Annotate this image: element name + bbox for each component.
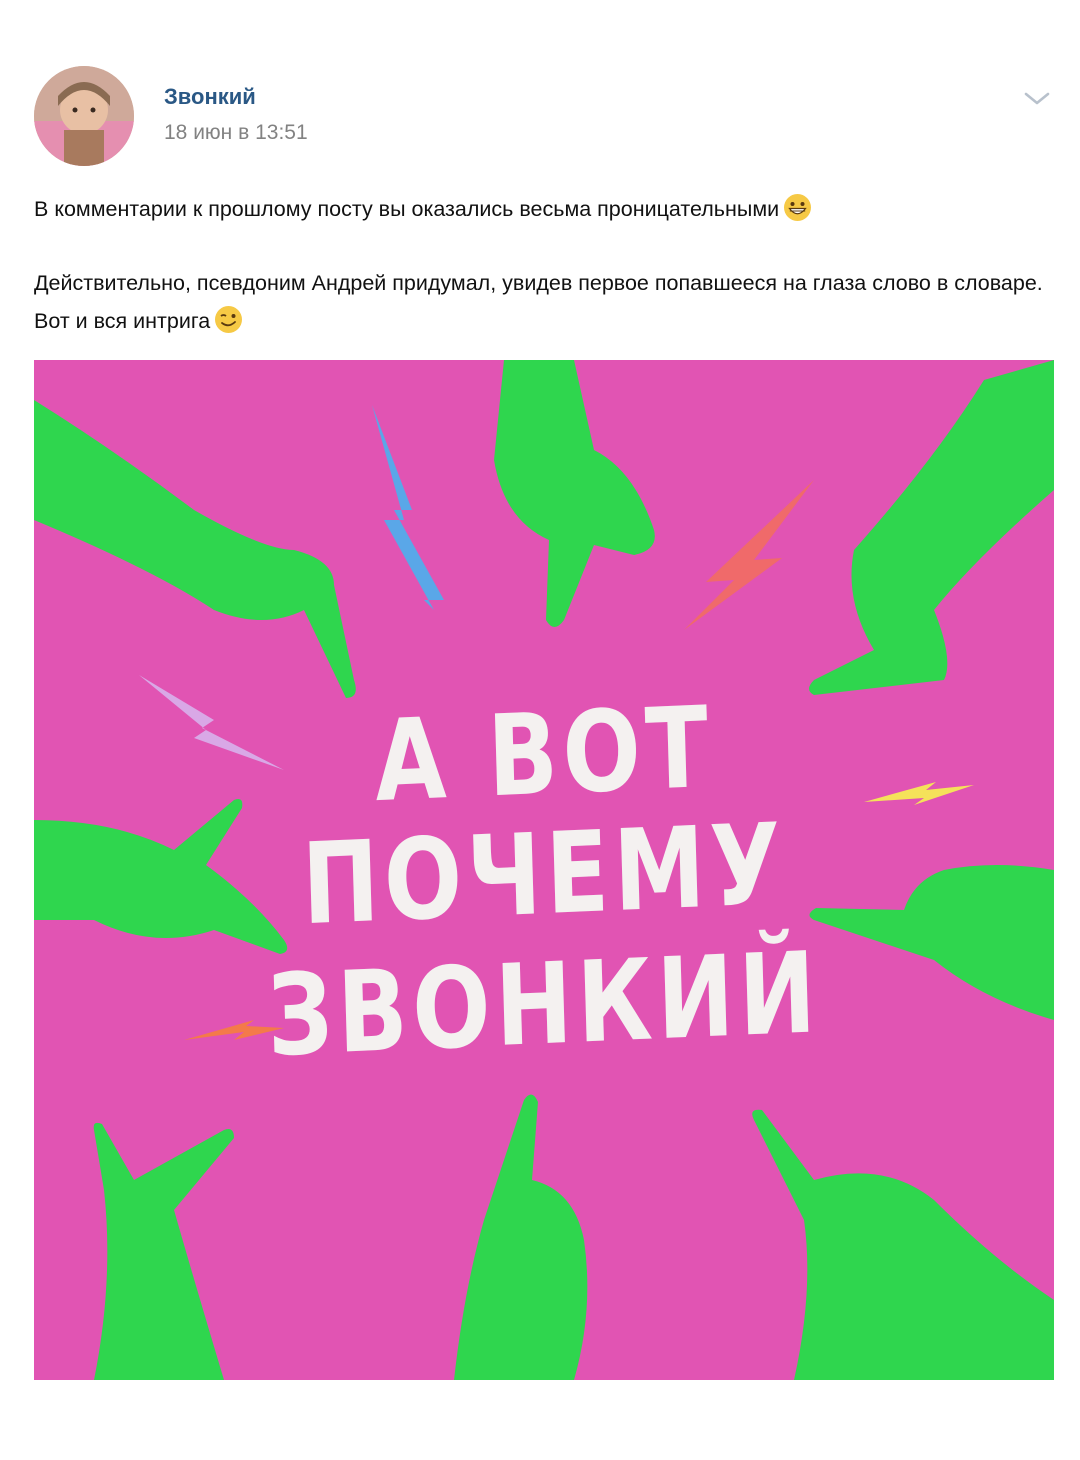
post-text-line: В комментарии к прошлому посту вы оказал… <box>34 190 1064 228</box>
chevron-down-icon[interactable] <box>1020 86 1054 110</box>
winking-face-emoji-icon <box>214 305 243 334</box>
post: Звонкий 18 июн в 13:51 В комментарии к п… <box>0 0 1080 1460</box>
post-text-1: В комментарии к прошлому посту вы оказал… <box>34 197 780 221</box>
avatar-photo <box>34 66 134 166</box>
post-date[interactable]: 18 июн в 13:51 <box>164 121 308 145</box>
post-text-2: Действительно, псевдоним Андрей придумал… <box>34 271 1043 333</box>
grinning-face-emoji-icon <box>783 193 812 222</box>
post-image[interactable]: А ВОТ ПОЧЕМУ ЗВОНКИЙ <box>34 360 1054 1380</box>
author-name[interactable]: Звонкий <box>164 84 256 110</box>
author-avatar[interactable] <box>34 66 134 166</box>
post-text-paragraph: Действительно, псевдоним Андрей придумал… <box>34 264 1064 340</box>
